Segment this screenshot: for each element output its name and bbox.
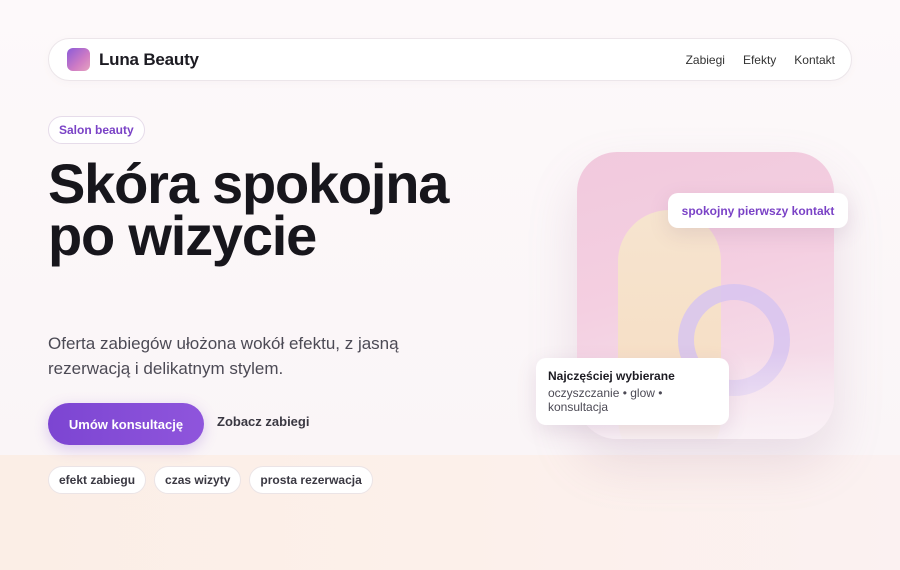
chip-visit-time: czas wizyty [154,466,242,494]
category-badge: Salon beauty [48,116,145,144]
feature-chips: efekt zabiegu czas wizyty prosta rezerwa… [48,466,373,494]
book-consultation-button[interactable]: Umów konsultację [48,403,204,445]
nav-link-efekty[interactable]: Efekty [743,53,776,67]
chip-simple-booking: prosta rezerwacja [249,466,373,494]
nav-links: Zabiegi Efekty Kontakt [686,53,835,67]
brand-name: Luna Beauty [99,49,199,69]
brand-logo-icon [67,48,90,71]
nav-link-zabiegi[interactable]: Zabiegi [686,53,725,67]
hero-headline: Skóra spokojna po wizycie [48,152,449,267]
hero-subtitle: Oferta zabiegów ułożona wokół efektu, z … [48,334,399,378]
chip-treatment-effect: efekt zabiegu [48,466,147,494]
nav-link-kontakt[interactable]: Kontakt [794,53,835,67]
view-treatments-link[interactable]: Zobacz zabiegi [217,414,309,429]
brand[interactable]: Luna Beauty [67,48,199,71]
first-contact-card: spokojny pierwszy kontakt [668,193,848,228]
most-chosen-card: Najczęściej wybierane oczyszczanie • glo… [536,358,729,425]
most-chosen-text: oczyszczanie • glow • konsultacja [548,386,663,414]
most-chosen-title: Najczęściej wybierane [548,369,675,383]
top-navbar: Luna Beauty Zabiegi Efekty Kontakt [48,38,852,81]
